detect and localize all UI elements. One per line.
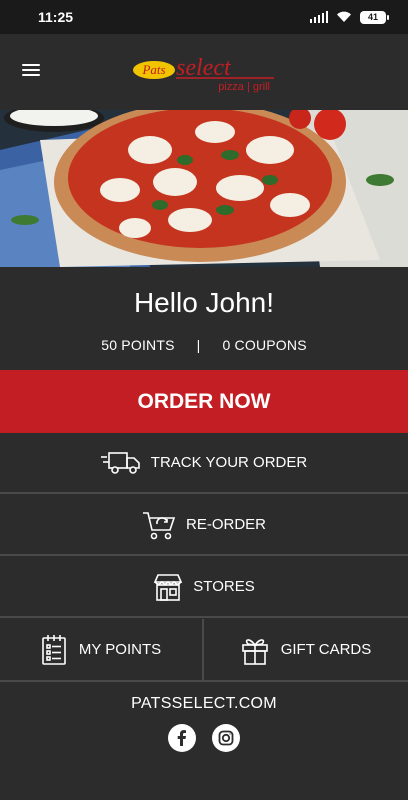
store-icon bbox=[154, 573, 183, 601]
track-order-button[interactable]: TRACK YOUR ORDER bbox=[0, 433, 408, 494]
battery-icon: 41 bbox=[360, 10, 389, 24]
status-icons: 41 bbox=[310, 10, 389, 24]
svg-text:select: select bbox=[176, 55, 232, 81]
track-order-label: TRACK YOUR ORDER bbox=[150, 454, 308, 471]
cart-refresh-icon bbox=[142, 511, 176, 539]
pats-select-logo: Pats select pizza | grill bbox=[133, 55, 274, 93]
stores-button[interactable]: STORES bbox=[0, 557, 408, 618]
hamburger-menu-icon[interactable] bbox=[22, 64, 40, 78]
social-links bbox=[0, 724, 408, 752]
hero-pizza-image bbox=[0, 110, 408, 267]
points-coupons-summary: 50 POINTS | 0 COUPONS bbox=[0, 337, 408, 353]
reorder-button[interactable]: RE-ORDER bbox=[0, 495, 408, 556]
gift-cards-label: GIFT CARDS bbox=[280, 641, 372, 658]
points-count: 50 POINTS bbox=[101, 337, 175, 353]
svg-text:pizza | grill: pizza | grill bbox=[218, 81, 270, 93]
app-header: Pats select pizza | grill bbox=[0, 34, 408, 110]
website-link[interactable]: PATSSELECT.COM bbox=[0, 695, 408, 713]
my-points-button[interactable]: MY POINTS bbox=[0, 619, 202, 682]
battery-level: 41 bbox=[367, 12, 378, 22]
status-time: 11:25 bbox=[38, 9, 74, 25]
greeting-text: Hello John! bbox=[133, 287, 275, 318]
facebook-icon[interactable] bbox=[168, 724, 196, 752]
instagram-icon[interactable] bbox=[212, 724, 240, 752]
points-list-icon bbox=[42, 634, 66, 665]
reorder-label: RE-ORDER bbox=[185, 516, 266, 533]
gift-icon bbox=[241, 638, 268, 665]
delivery-truck-icon bbox=[100, 451, 140, 474]
status-bar: 11:25 41 bbox=[0, 0, 408, 34]
signal-icon bbox=[310, 11, 328, 23]
app-screen: 11:25 41 Pats select pizza | grill Hello… bbox=[0, 0, 408, 800]
coupons-count: 0 COUPONS bbox=[222, 337, 307, 353]
my-points-label: MY POINTS bbox=[78, 641, 162, 658]
stores-label: STORES bbox=[193, 578, 255, 595]
stats-separator: | bbox=[196, 337, 201, 353]
order-now-button[interactable]: ORDER NOW bbox=[0, 370, 408, 433]
gift-cards-button[interactable]: GIFT CARDS bbox=[204, 619, 408, 682]
svg-text:Pats: Pats bbox=[141, 62, 165, 77]
wifi-icon bbox=[337, 11, 351, 22]
